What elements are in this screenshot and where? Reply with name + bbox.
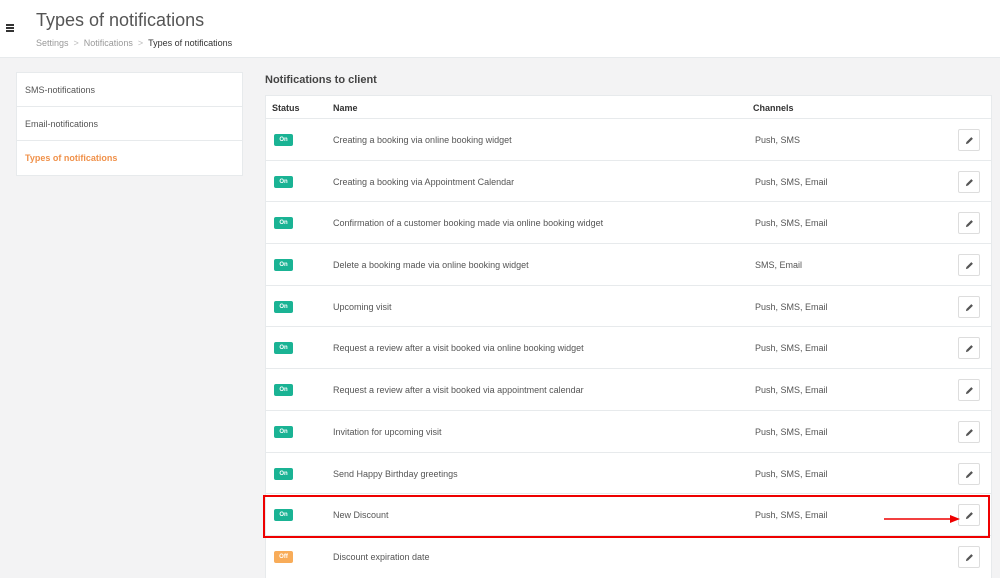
page-header: Types of notifications Settings > Notifica… [0, 0, 1000, 58]
notification-name: Creating a booking via Appointment Calen… [333, 176, 515, 187]
pencil-icon [965, 553, 973, 561]
status-badge[interactable]: On [274, 342, 293, 355]
column-header-channels: Channels [753, 103, 794, 113]
table-row: Off Discount expiration date [266, 536, 991, 578]
pencil-icon [965, 178, 973, 186]
notification-name: Send Happy Birthday greetings [333, 468, 458, 479]
hamburger-icon[interactable] [6, 24, 14, 32]
notification-name: Invitation for upcoming visit [333, 426, 442, 437]
edit-button[interactable] [958, 337, 980, 360]
notification-channels: Push, SMS, Email [755, 426, 828, 437]
table-row: On Creating a booking via Appointment Cal… [266, 161, 991, 203]
edit-button[interactable] [958, 379, 980, 402]
table-row: On Invitation for upcoming visit Push, SMS… [266, 411, 991, 453]
pencil-icon [965, 137, 973, 145]
edit-button[interactable] [958, 504, 980, 527]
breadcrumb-notifications[interactable]: Notifications [84, 38, 133, 48]
status-badge[interactable]: On [274, 467, 293, 480]
notification-channels: Push, SMS, Email [755, 343, 828, 354]
status-badge[interactable]: On [274, 134, 293, 146]
table-row: On New Discount Push, SMS, Email [266, 494, 991, 536]
sidebar-item-sms-notifications[interactable]: SMS-notifications [17, 73, 242, 107]
pencil-icon [965, 428, 973, 436]
edit-button[interactable] [958, 170, 980, 193]
breadcrumb-settings[interactable]: Settings [36, 38, 69, 48]
table-row: On Send Happy Birthday greetings Push, SMS… [266, 453, 991, 495]
pencil-icon [965, 303, 973, 311]
edit-button[interactable] [958, 420, 980, 443]
table-row: On Delete a booking made via online booki… [266, 244, 991, 286]
pencil-icon [965, 512, 973, 520]
table-row: On Confirmation of a customer booking mad… [266, 202, 991, 245]
sidebar-item-types-of-notifications[interactable]: Types of notifications [17, 141, 242, 175]
notification-channels: Push, SMS, Email [755, 510, 828, 521]
breadcrumb-current: Types of notifications [148, 38, 233, 48]
column-header-name: Name [333, 103, 358, 113]
settings-sidebar: SMS-notifications Email-notifications Ty… [16, 72, 243, 176]
notification-channels: SMS, Email [755, 260, 803, 271]
notification-channels: Push, SMS [755, 135, 801, 145]
pencil-icon [965, 470, 973, 478]
edit-button[interactable] [958, 254, 980, 277]
arrow-right-icon [884, 515, 960, 523]
notification-channels: Push, SMS, Email [755, 385, 828, 396]
status-badge[interactable]: On [274, 175, 293, 188]
status-badge[interactable]: On [274, 259, 293, 272]
edit-button[interactable] [958, 212, 980, 235]
notification-channels: Push, SMS, Email [755, 176, 828, 187]
edit-button[interactable] [958, 295, 980, 318]
table-header: Status Name Channels [266, 96, 991, 119]
table-row: On Request a review after a visit booked … [266, 369, 991, 411]
status-badge[interactable]: Off [274, 550, 293, 563]
table-row: On Creating a booking via online booking … [266, 119, 991, 161]
notification-name: Request a review after a visit booked vi… [333, 343, 584, 354]
edit-button[interactable] [958, 545, 980, 568]
page-title: Types of notifications [36, 10, 205, 30]
edit-button[interactable] [958, 462, 980, 485]
notification-name: Creating a booking via online booking wi… [333, 135, 512, 145]
status-badge[interactable]: On [274, 300, 293, 313]
pencil-icon [965, 220, 973, 228]
notification-name: Request a review after a visit booked vi… [333, 385, 584, 396]
notification-name: Delete a booking made via online booking… [333, 260, 529, 271]
notifications-table: Status Name Channels On Creating a bookin… [265, 95, 992, 578]
table-row: On Upcoming visit Push, SMS, Email [266, 286, 991, 328]
notification-name: Confirmation of a customer booking made … [333, 218, 604, 229]
pencil-icon [965, 262, 973, 270]
notification-name: New Discount [333, 510, 389, 521]
sidebar-item-email-notifications[interactable]: Email-notifications [17, 107, 242, 141]
notification-channels: Push, SMS, Email [755, 218, 828, 229]
section-title: Notifications to client [265, 74, 377, 86]
notification-channels: Push, SMS, Email [755, 468, 828, 479]
breadcrumb-separator: > [137, 38, 144, 48]
table-row: On Request a review after a visit booked … [266, 327, 991, 370]
notification-channels: Push, SMS, Email [755, 301, 828, 312]
pencil-icon [965, 345, 973, 353]
status-badge[interactable]: On [274, 217, 293, 230]
pencil-icon [965, 387, 973, 395]
status-badge[interactable]: On [274, 384, 293, 397]
edit-button[interactable] [958, 129, 980, 151]
breadcrumb: Settings > Notifications > Types of notifica… [36, 38, 232, 48]
column-header-status: Status [272, 103, 300, 113]
notification-name: Discount expiration date [333, 551, 430, 562]
breadcrumb-separator: > [73, 38, 79, 48]
status-badge[interactable]: On [274, 425, 293, 438]
notification-name: Upcoming visit [333, 301, 392, 312]
status-badge[interactable]: On [274, 509, 293, 522]
